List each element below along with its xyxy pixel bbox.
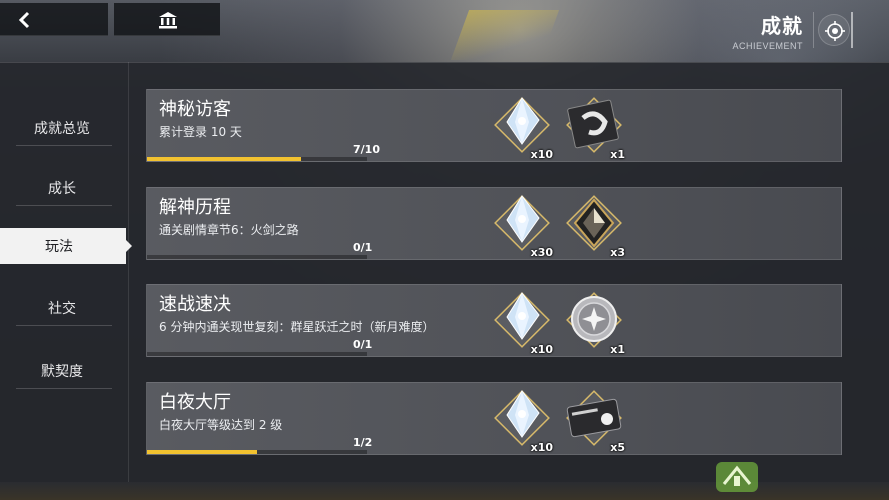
watermark-logo [716,462,758,492]
page-title-block: 成就 ACHIEVEMENT [732,10,803,51]
sidebar-item-overview[interactable]: 成就总览 [16,110,112,146]
reward-qty: x1 [610,148,625,161]
progress-bar [147,157,367,161]
reward-item[interactable]: x10 [489,92,555,161]
accent-line [851,12,853,48]
sidebar-item-growth[interactable]: 成长 [16,170,112,206]
reward-qty: x3 [610,246,625,259]
achievement-title: 白夜大厅 [159,392,231,413]
active-indicator [126,240,132,252]
target-button[interactable] [818,14,850,46]
reward-item[interactable]: x5 [561,385,627,454]
achievement-card[interactable]: 白夜大厅 白夜大厅等级达到 2 级 1/2 x10 x5 [146,382,842,455]
achievement-card[interactable]: 解神历程 通关剧情章节6：火剑之路 0/1 x30 x3 [146,187,842,260]
progress-fill [147,157,301,161]
reward-qty: x10 [530,343,553,356]
sidebar-item-social[interactable]: 社交 [16,290,112,326]
achievement-desc: 累计登录 10 天 [159,125,242,139]
reward-item[interactable]: x30 [489,190,555,259]
sidebar-item-label: 社交 [48,300,76,317]
divider [813,12,814,48]
target-icon [825,21,845,41]
reward-qty: x1 [610,343,625,356]
achievement-desc: 6 分钟内通关现世复刻：群星跃迁之时（新月难度） [159,320,435,334]
achievement-title: 速战速决 [159,294,231,315]
progress-fill [147,450,257,454]
chevron-left-icon [18,11,30,29]
achievement-title: 解神历程 [159,197,231,218]
sidebar-item-gameplay[interactable]: 玩法 [0,228,132,264]
sidebar-item-label: 默契度 [41,363,83,380]
reward-qty: x5 [610,441,625,454]
reward-item[interactable]: x1 [561,92,627,161]
home-button[interactable] [114,3,220,36]
page-subtitle: ACHIEVEMENT [732,41,803,51]
progress-text: 0/1 [353,241,373,254]
reward-item[interactable]: x3 [561,190,627,259]
progress-text: 0/1 [353,338,373,351]
sidebar-divider [128,62,129,482]
progress-bar [147,450,367,454]
back-button[interactable] [0,3,108,36]
bank-icon [159,12,177,29]
achievement-desc: 通关剧情章节6：火剑之路 [159,223,299,237]
top-bar: 成就 ACHIEVEMENT [0,0,889,60]
progress-bar [147,255,367,259]
progress-bar [147,352,367,356]
achievement-title: 神秘访客 [159,99,231,120]
reward-item[interactable]: x10 [489,385,555,454]
reward-qty: x10 [530,148,553,161]
sidebar-item-bond[interactable]: 默契度 [16,353,112,389]
sidebar-item-label: 玩法 [45,239,73,255]
reward-item[interactable]: x10 [489,287,555,356]
achievement-desc: 白夜大厅等级达到 2 级 [159,418,283,432]
reward-qty: x30 [530,246,553,259]
sidebar: 成就总览 成长 玩法 社交 默契度 [0,62,132,482]
progress-text: 7/10 [353,143,380,156]
achievement-card[interactable]: 神秘访客 累计登录 10 天 7/10 x10 x1 [146,89,842,162]
page-title: 成就 [761,14,803,38]
progress-text: 1/2 [353,436,373,449]
reward-item[interactable]: x1 [561,287,627,356]
reward-qty: x10 [530,441,553,454]
sidebar-item-label: 成就总览 [34,120,90,137]
sidebar-item-label: 成长 [48,180,76,197]
achievement-card[interactable]: 速战速决 6 分钟内通关现世复刻：群星跃迁之时（新月难度） 0/1 x10 x1 [146,284,842,357]
